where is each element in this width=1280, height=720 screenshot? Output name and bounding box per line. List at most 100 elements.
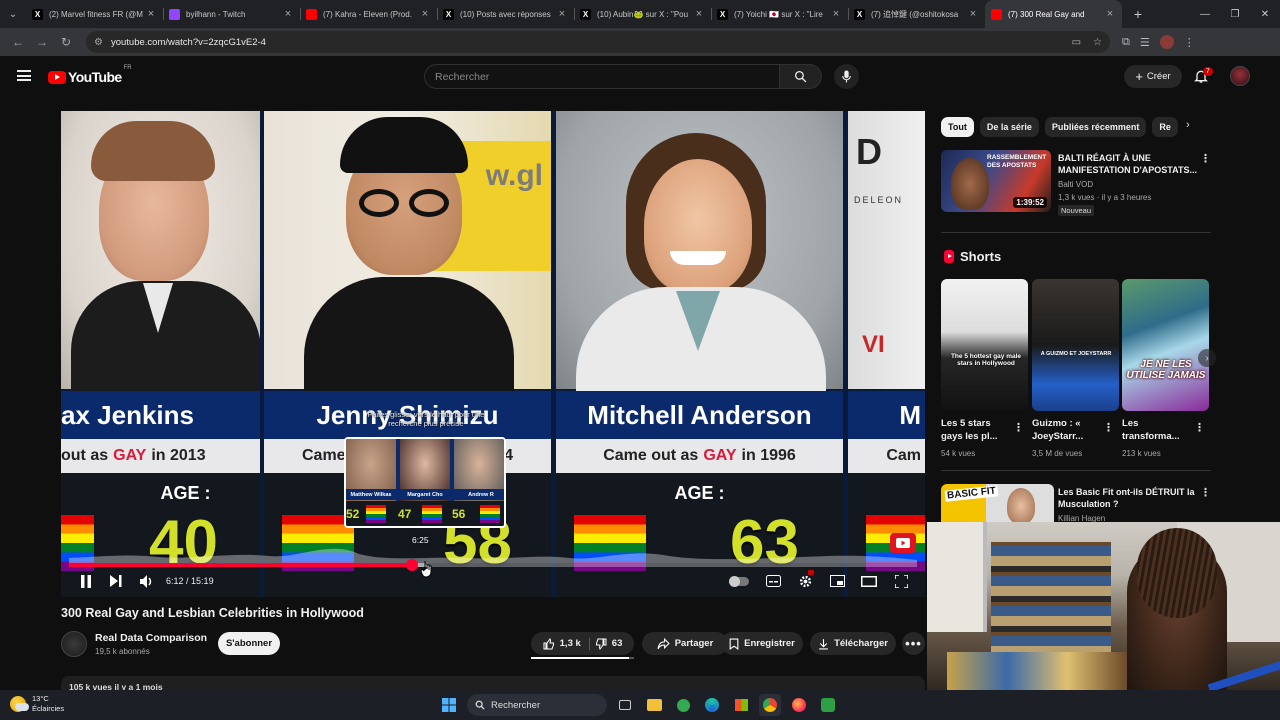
forward-icon[interactable]: → — [30, 35, 54, 49]
close-tab-icon[interactable]: × — [967, 8, 979, 20]
close-tab-icon[interactable]: × — [693, 8, 705, 20]
close-window-icon[interactable]: ✕ — [1250, 9, 1280, 20]
like-button[interactable]: 1,3 k — [543, 637, 590, 650]
subscribe-button[interactable]: S'abonner — [218, 632, 280, 655]
more-vertical-icon[interactable]: ⋮ — [1200, 486, 1211, 499]
browser-tab[interactable]: X (10) Aubin🐸 sur X : "Pou × — [574, 0, 711, 28]
download-button[interactable]: Télécharger — [810, 632, 896, 655]
tab-search-icon[interactable]: ⌄ — [0, 0, 26, 28]
shorts-label: Shorts — [960, 249, 1002, 264]
autoplay-toggle[interactable] — [728, 572, 750, 590]
more-vertical-icon[interactable]: ⋮ — [1194, 421, 1205, 434]
weather-condition: Éclaircies — [32, 704, 65, 713]
close-tab-icon[interactable]: × — [1104, 8, 1116, 20]
minimize-icon[interactable]: — — [1190, 9, 1220, 20]
filter-chip[interactable]: Publiées récemment — [1044, 117, 1147, 137]
youtube-logo[interactable]: YouTube FR — [48, 65, 132, 85]
total-duration: 15:19 — [191, 576, 214, 586]
preview-age: 56 — [452, 507, 466, 521]
site-info-icon[interactable]: ⚙ — [94, 37, 103, 48]
close-tab-icon[interactable]: × — [419, 8, 431, 20]
theater-mode-button[interactable] — [860, 572, 878, 590]
account-avatar[interactable] — [1230, 66, 1250, 86]
more-actions-button[interactable]: ••• — [902, 632, 925, 655]
next-button[interactable] — [107, 572, 125, 590]
chevron-right-icon[interactable]: › — [1186, 119, 1190, 131]
browser-tab[interactable]: X (7) 追悼鍵 (@oshitokosa × — [848, 0, 985, 28]
coming-out-text: out as GAY in 2013 — [61, 439, 260, 473]
voice-search-button[interactable] — [834, 64, 859, 89]
tab-strip: X (2) Marvel fitness FR (@M × byilhann - Tw… — [26, 0, 1122, 28]
miniplayer-button[interactable] — [828, 572, 846, 590]
close-tab-icon[interactable]: × — [556, 8, 568, 20]
browser-tab[interactable]: (7) 300 Real Gay and × — [985, 0, 1122, 28]
cast-icon[interactable]: ▭ — [1072, 37, 1081, 48]
windows-start-icon[interactable] — [438, 694, 460, 716]
app-icon[interactable] — [817, 694, 839, 716]
fullscreen-button[interactable] — [892, 572, 910, 590]
share-button[interactable]: Partager — [642, 632, 728, 655]
recommended-video[interactable]: RASSEMBLEMENT DES APOSTATS 1:39:52 BALTI… — [941, 150, 1211, 216]
channel-avatar[interactable] — [61, 631, 87, 657]
short-thumbnail[interactable]: The 5 hottest gay male stars in Hollywoo… — [941, 279, 1028, 411]
weather-widget[interactable]: 13°C Éclaircies — [10, 694, 64, 714]
settings-button[interactable] — [796, 570, 814, 590]
x-icon: X — [717, 8, 728, 20]
browser-tab[interactable]: byilhann - Twitch × — [163, 0, 300, 28]
bookmark-star-icon[interactable]: ☆ — [1093, 37, 1102, 48]
filter-chip[interactable]: Tout — [941, 117, 974, 137]
short-thumbnail[interactable]: A GUIZMO ET JOEYSTARR — [1032, 279, 1119, 411]
store-icon[interactable] — [730, 694, 752, 716]
search-button[interactable] — [780, 64, 822, 89]
search-input[interactable]: Rechercher — [424, 64, 780, 89]
volume-button[interactable] — [138, 572, 156, 590]
close-tab-icon[interactable]: × — [830, 8, 842, 20]
filter-chip[interactable]: Re — [1152, 117, 1178, 137]
pause-button[interactable] — [77, 572, 95, 590]
close-tab-icon[interactable]: × — [282, 8, 294, 20]
seek-bar[interactable] — [69, 559, 917, 571]
restore-icon[interactable]: ❐ — [1220, 9, 1250, 20]
close-tab-icon[interactable]: × — [145, 8, 157, 20]
back-icon[interactable]: ← — [6, 35, 30, 49]
browser-profile-avatar[interactable] — [1159, 35, 1174, 49]
address-bar[interactable]: ⚙ youtube.com/watch?v=2zqcG1vE2-4 ▭ ☆ — [86, 31, 1110, 53]
file-explorer-icon[interactable] — [643, 694, 665, 716]
channel-watermark[interactable] — [890, 533, 916, 553]
recommended-video[interactable]: BASIC FIT Les Basic Fit ont-ils DÉTRUIT … — [941, 484, 1211, 524]
reload-icon[interactable]: ↻ — [54, 35, 78, 49]
browser-tab[interactable]: X (10) Posts avec réponses × — [437, 0, 574, 28]
reading-list-icon[interactable]: ☰ — [1140, 36, 1150, 49]
subtitles-button[interactable] — [764, 572, 782, 590]
video-thumbnail[interactable]: BASIC FIT — [941, 484, 1054, 524]
task-view-icon[interactable] — [614, 694, 636, 716]
more-vertical-icon[interactable]: ⋮ — [1200, 152, 1211, 165]
shorts-next-button[interactable]: › — [1198, 349, 1216, 367]
filter-chip[interactable]: De la série — [979, 117, 1039, 137]
menu-icon[interactable] — [17, 70, 31, 81]
dislike-button[interactable]: 63 — [595, 638, 622, 650]
browser-menu-icon[interactable]: ⋮ — [1184, 36, 1195, 49]
edge-icon[interactable] — [701, 694, 723, 716]
extensions-icon[interactable]: ⧉ — [1122, 36, 1130, 49]
short-thumbnail[interactable]: JE NE LES UTILISE JAMAIS — [1122, 279, 1209, 411]
browser-tab[interactable]: X (2) Marvel fitness FR (@M × — [26, 0, 163, 28]
taskbar-search[interactable]: Rechercher — [467, 694, 607, 716]
create-button[interactable]: + Créer — [1124, 65, 1182, 88]
browser-tab[interactable]: (7) Kahra - Eleven (Prod. × — [300, 0, 437, 28]
browser-tab[interactable]: X (7) Yoichi 🇯🇵 sur X : "Lire × — [711, 0, 848, 28]
weather-text: 13°C Éclaircies — [32, 694, 64, 714]
new-tab-button[interactable]: + — [1126, 6, 1150, 22]
celebrity-name: Mitchell Anderson — [556, 391, 843, 439]
xbox-icon[interactable] — [672, 694, 694, 716]
tab-title: (7) 追悼鍵 (@oshitokosa — [871, 9, 959, 19]
more-vertical-icon[interactable]: ⋮ — [1103, 421, 1114, 434]
save-button[interactable]: Enregistrer — [721, 632, 803, 655]
video-thumbnail[interactable]: RASSEMBLEMENT DES APOSTATS 1:39:52 — [941, 150, 1051, 212]
more-vertical-icon[interactable]: ⋮ — [1013, 421, 1024, 434]
chrome-icon[interactable] — [759, 694, 781, 716]
preview-name: Matthew Wilkas — [346, 489, 396, 500]
firefox-icon[interactable] — [788, 694, 810, 716]
channel-name[interactable]: Real Data Comparison — [95, 632, 207, 644]
channel-name[interactable]: Balti VOD — [1058, 180, 1093, 189]
